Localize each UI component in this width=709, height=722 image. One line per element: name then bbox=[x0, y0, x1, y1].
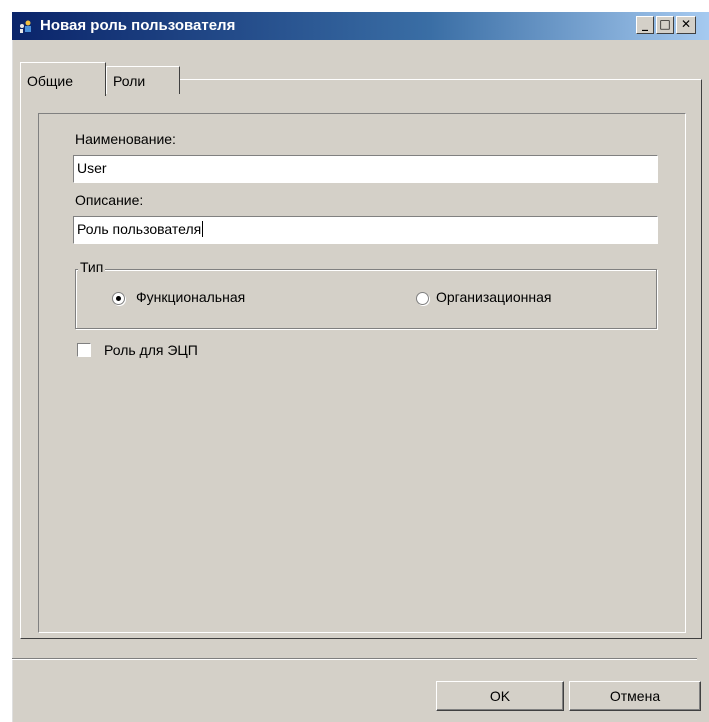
description-field[interactable]: Роль пользователя bbox=[73, 216, 658, 244]
title-bar[interactable]: Новая роль пользователя _ □ ✕ bbox=[12, 12, 709, 40]
radio-organizational-button bbox=[416, 292, 429, 305]
tab-roles[interactable]: Роли bbox=[106, 66, 180, 94]
minimize-button[interactable]: _ bbox=[636, 16, 654, 34]
type-group-label: Тип bbox=[78, 259, 106, 275]
tab-general-label: Общие bbox=[27, 73, 74, 89]
close-button[interactable]: ✕ bbox=[676, 16, 696, 34]
text-cursor bbox=[202, 221, 204, 237]
checkbox-box bbox=[77, 343, 91, 357]
radio-functional-button bbox=[112, 292, 125, 305]
description-label: Описание: bbox=[75, 192, 144, 208]
minimize-icon: _ bbox=[642, 17, 648, 31]
form-area bbox=[38, 113, 686, 633]
name-field[interactable]: User bbox=[73, 155, 658, 183]
ok-button-label: OK bbox=[489, 688, 511, 704]
radio-organizational-label: Организационная bbox=[436, 289, 552, 305]
name-label: Наименование: bbox=[75, 131, 176, 147]
radio-functional[interactable]: Функциональная bbox=[112, 289, 312, 309]
description-field-value: Роль пользователя bbox=[77, 221, 202, 237]
radio-functional-label: Функциональная bbox=[136, 289, 246, 305]
tab-general[interactable]: Общие bbox=[20, 62, 106, 96]
user-role-icon bbox=[20, 20, 31, 33]
radio-organizational[interactable]: Организационная bbox=[416, 289, 616, 309]
cancel-button[interactable]: Отмена bbox=[569, 681, 701, 711]
maximize-icon: □ bbox=[659, 17, 671, 31]
close-icon: ✕ bbox=[680, 17, 692, 31]
window-title: Новая роль пользователя bbox=[40, 17, 236, 34]
tab-roles-label: Роли bbox=[113, 73, 146, 89]
digital-signature-label: Роль для ЭЦП bbox=[104, 342, 198, 358]
button-divider bbox=[12, 658, 697, 660]
maximize-button[interactable]: □ bbox=[656, 16, 674, 34]
radio-selected-dot bbox=[116, 296, 121, 301]
ok-button[interactable]: OK bbox=[436, 681, 564, 711]
name-field-value: User bbox=[77, 160, 107, 176]
cancel-button-label: Отмена bbox=[609, 688, 661, 704]
digital-signature-checkbox[interactable]: Роль для ЭЦП bbox=[75, 342, 275, 362]
